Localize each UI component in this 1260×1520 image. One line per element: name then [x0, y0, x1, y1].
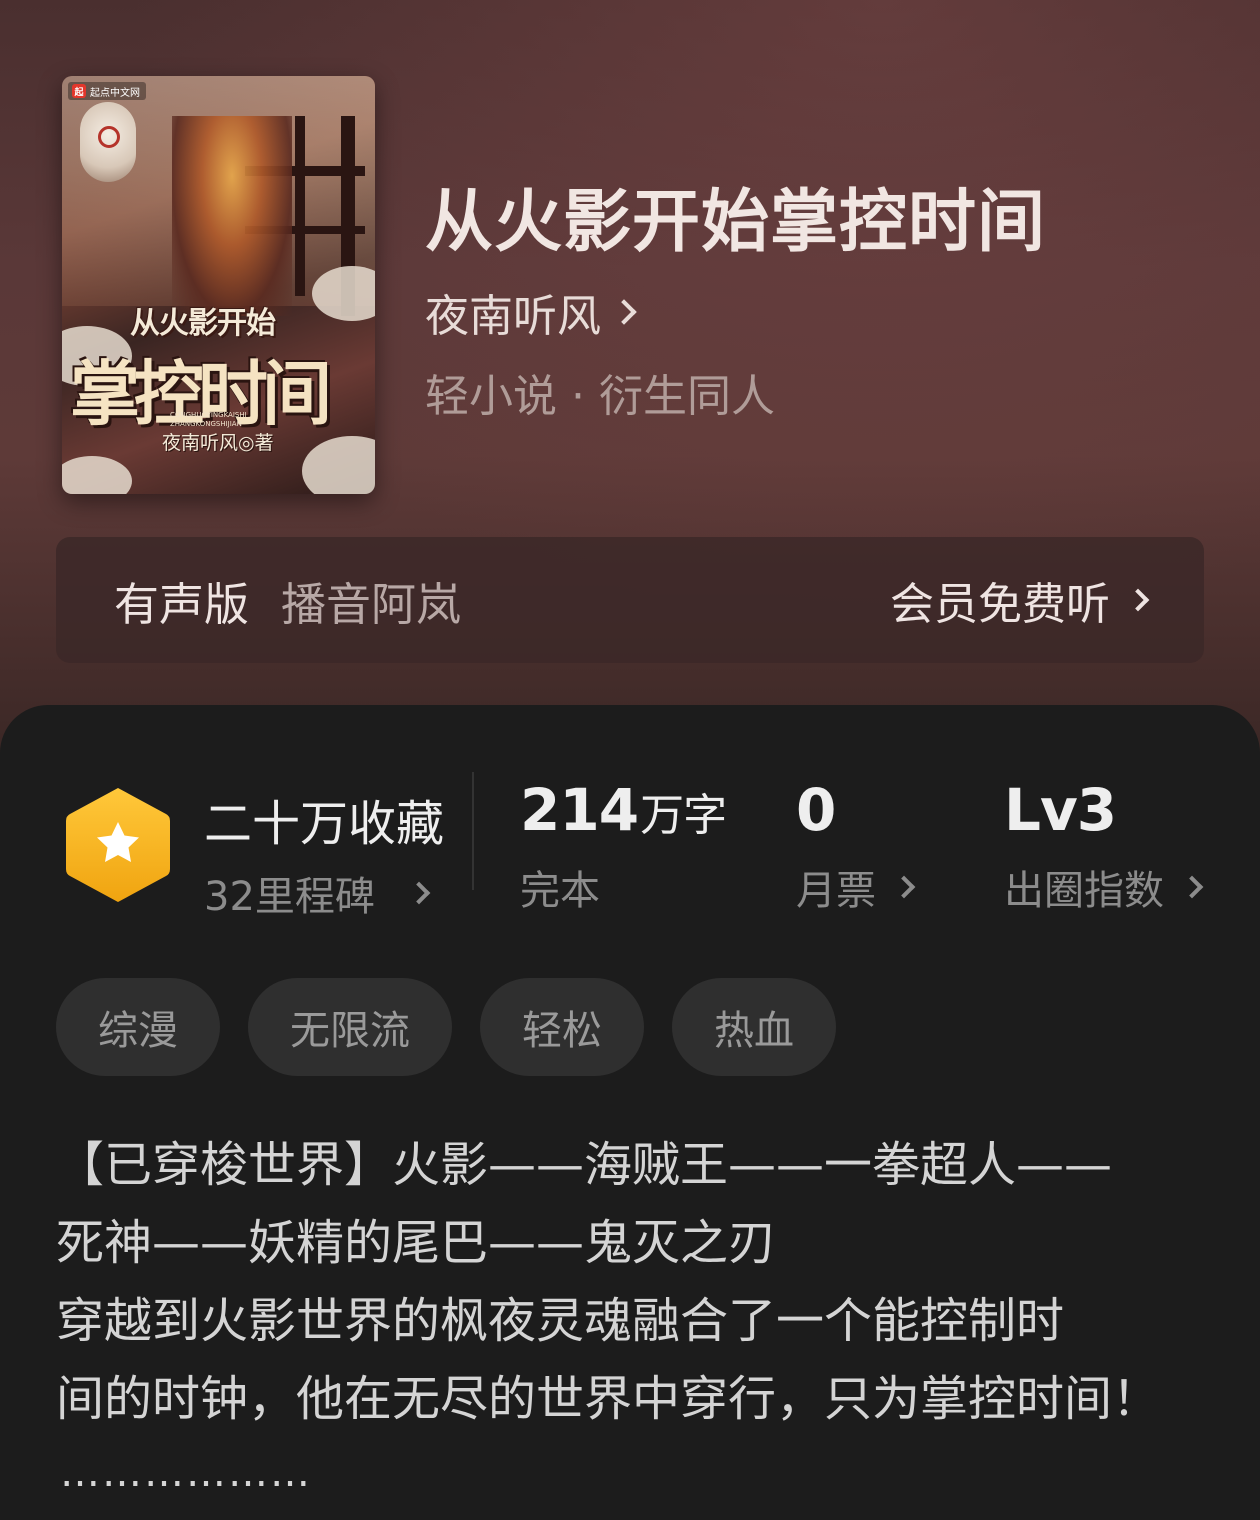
completion-status: 完本 — [520, 868, 600, 914]
book-title: 从火影开始掌控时间 — [425, 182, 1047, 262]
publisher-badge: 起 起点中文网 — [68, 82, 146, 100]
audiobook-label: 有声版 — [114, 577, 250, 631]
influence-index-stat[interactable]: Lv3 出圈指数 — [1004, 776, 1204, 916]
publisher-name: 起点中文网 — [90, 87, 140, 99]
cover-lantern-mark — [98, 126, 120, 148]
author-link[interactable]: 夜南听风 — [425, 280, 637, 344]
description-line: 死神——妖精的尾巴——鬼灭之刃 — [56, 1215, 777, 1271]
word-count-unit: 万字 — [640, 790, 727, 841]
publisher-logo-icon: 起 — [72, 84, 86, 98]
chevron-right-icon — [407, 881, 431, 905]
description-line: 穿越到火影世界的枫夜灵魂融合了一个能控制时 — [56, 1293, 1065, 1349]
tag-chip[interactable]: 综漫 — [56, 978, 220, 1076]
book-cover[interactable]: 起 起点中文网 从火影开始 掌控时间 CONGHUOYINGKAISHI ZHA… — [62, 76, 375, 494]
influence-index-label: 出圈指数 — [1004, 868, 1164, 914]
description-line: 【已穿梭世界】火影——海贼王——一拳超人—— — [56, 1137, 1113, 1193]
member-free-listen-button[interactable]: 会员免费听 — [890, 568, 1150, 632]
tag-chip[interactable]: 无限流 — [248, 978, 452, 1076]
cover-cloud — [302, 436, 375, 494]
author-name: 夜南听风 — [425, 291, 601, 342]
book-category: 轻小说 · 衍生同人 — [425, 371, 775, 422]
audiobook-narrator: 播音阿岚 — [281, 577, 462, 631]
monthly-ticket-value: 0 — [796, 776, 836, 844]
cover-author-credit: 夜南听风◎著 — [162, 432, 274, 454]
member-free-listen-label: 会员免费听 — [890, 579, 1110, 630]
chevron-right-icon — [611, 299, 637, 325]
cover-cloud — [62, 456, 132, 494]
chevron-right-icon — [1126, 588, 1150, 612]
monthly-ticket-stat[interactable]: 0 月票 — [796, 776, 916, 916]
star-hexagon-icon — [66, 788, 170, 902]
tag-list: 综漫 无限流 轻松 热血 — [56, 978, 836, 1076]
monthly-ticket-label: 月票 — [796, 868, 876, 914]
word-count-stat: 214万字 完本 — [520, 776, 727, 916]
collection-stat[interactable]: 二十万收藏 32里程碑 — [204, 784, 444, 922]
cover-title-line1: 从火影开始 — [130, 306, 276, 341]
description-line: 间的时钟，他在无尽的世界中穿行，只为掌控时间！ — [56, 1371, 1161, 1427]
cover-character — [172, 116, 292, 316]
chevron-right-icon — [892, 875, 916, 899]
word-count-value: 214 — [520, 776, 639, 844]
milestone-count: 32里程碑 — [204, 874, 375, 920]
tag-chip[interactable]: 热血 — [672, 978, 836, 1076]
cover-cloud — [312, 266, 375, 321]
chevron-right-icon — [1180, 875, 1204, 899]
description-expand-dots[interactable]: ……………… — [60, 1450, 312, 1496]
collection-count: 二十万收藏 — [204, 796, 445, 852]
tag-chip[interactable]: 轻松 — [480, 978, 644, 1076]
stat-divider — [472, 772, 474, 890]
audiobook-bar[interactable]: 有声版 播音阿岚 会员免费听 — [56, 537, 1204, 663]
book-description[interactable]: 【已穿梭世界】火影——海贼王——一拳超人—— 死神——妖精的尾巴——鬼灭之刃 穿… — [56, 1126, 1216, 1438]
influence-index-value: Lv3 — [1004, 776, 1117, 844]
cover-frame — [295, 116, 305, 296]
cover-pinyin: CONGHUOYINGKAISHI ZHANGKONGSHIJIAN — [170, 411, 247, 428]
